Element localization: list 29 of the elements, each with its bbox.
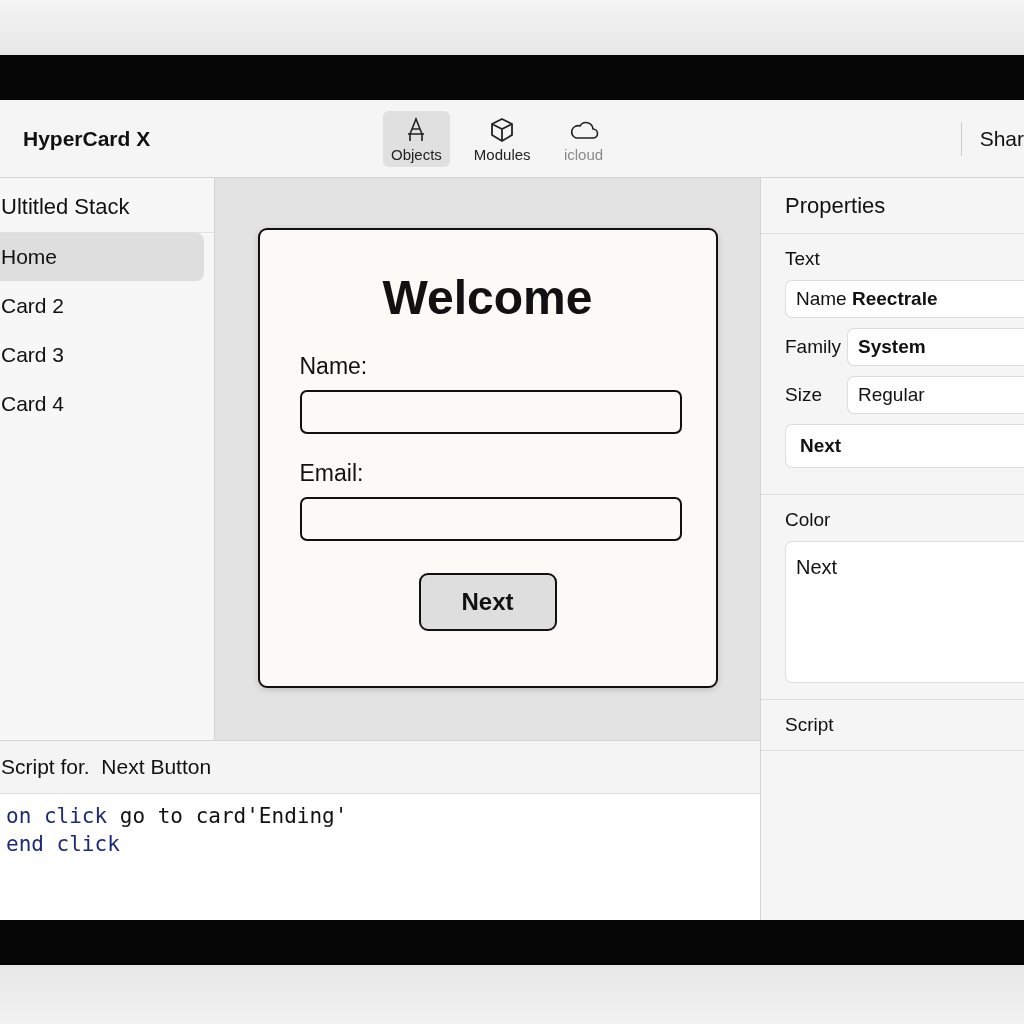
card-list-item[interactable]: Home (0, 233, 204, 281)
share-button[interactable]: Shar (979, 126, 1024, 151)
card-list-item[interactable]: Card 2 (0, 282, 204, 330)
code-line: end click (6, 831, 121, 858)
card-list-item[interactable]: Card 4 (0, 380, 204, 428)
property-label: Family (785, 336, 842, 358)
script-title: Script for. Next Button (1, 755, 212, 779)
property-dropdown[interactable]: System (847, 328, 1024, 366)
input-field[interactable] (299, 497, 682, 541)
card-title: Welcome (381, 270, 594, 325)
label-field[interactable]: Next (785, 424, 1024, 468)
toolbar-tab[interactable]: Modules (465, 110, 539, 167)
app-title: HyperCard X (23, 126, 152, 151)
card-list-item[interactable]: Card 3 (0, 331, 204, 379)
property-label: Size (785, 384, 823, 406)
field-label: Name: (299, 353, 369, 380)
next-button[interactable]: Next (418, 573, 557, 631)
section-label: Color (785, 509, 832, 531)
code-line: on click go to card'Ending' (6, 803, 349, 830)
name-field[interactable]: Name Reectrale (785, 280, 1024, 318)
section-label: Script (761, 700, 1024, 751)
field-label: Email: (299, 460, 365, 487)
text-area[interactable]: Next (785, 541, 1024, 683)
property-dropdown[interactable]: Regular (847, 376, 1024, 414)
code-editor[interactable]: on click go to card'Ending' end click (0, 794, 760, 920)
panel-title: Properties (761, 178, 1024, 234)
input-field[interactable] (299, 390, 682, 434)
toolbar-tab[interactable]: Objects (383, 110, 450, 167)
section-label: Text (785, 248, 821, 270)
